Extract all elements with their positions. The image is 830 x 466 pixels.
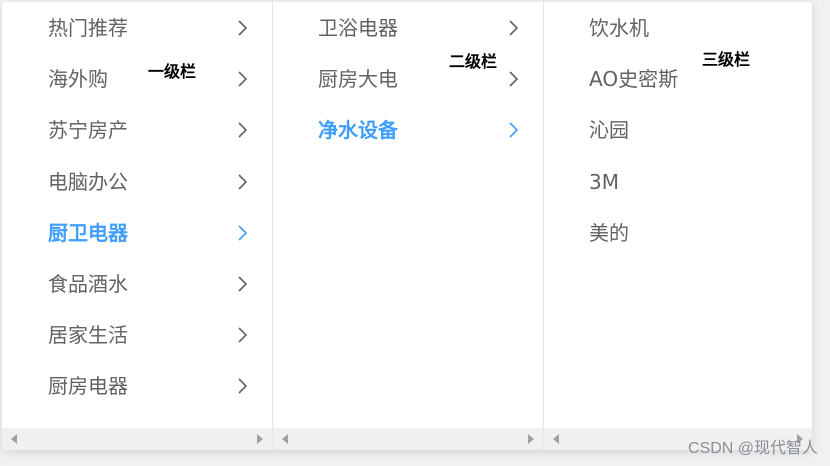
chevron-right-icon (507, 122, 521, 138)
cascader-menu-item[interactable]: 热门推荐 (2, 2, 272, 53)
cascader-menu-item[interactable]: 3M (544, 156, 812, 207)
chevron-right-icon (507, 20, 521, 36)
chevron-right-icon (236, 122, 250, 138)
cascader-menu-item[interactable]: 净水设备 (273, 104, 543, 155)
menu-list: 饮水机 AO史密斯沁园 3M 美的 (544, 2, 812, 258)
cascader-menu-item[interactable]: 卫浴电器 (273, 2, 543, 53)
cascader-menu-item[interactable]: 沁园 (544, 104, 812, 155)
scroll-right-icon[interactable] (257, 434, 263, 444)
cascader-menu-item[interactable]: 居家生活 (2, 309, 272, 360)
menu-item-label: 居家生活 (48, 323, 128, 348)
column-annotation: 三级栏 (702, 50, 751, 69)
cascader-menu-item[interactable]: 美的 (544, 207, 812, 258)
chevron-right-icon (236, 276, 250, 292)
menu-item-label: 海外购 (48, 67, 108, 92)
cascader-column-level-3: 饮水机 AO史密斯沁园 3M 美的 三级栏 (544, 2, 812, 450)
scroll-left-icon[interactable] (282, 434, 288, 444)
chevron-right-icon (236, 327, 250, 343)
cascader-column-level-2: 卫浴电器厨房大电净水设备 二级栏 (273, 2, 544, 450)
cascader-menu-item[interactable]: 饮水机 (544, 2, 812, 53)
menu-item-label: 厨卫电器 (48, 220, 128, 245)
menu-item-label: 沁园 (589, 118, 629, 143)
cascader-column-level-1: 热门推荐海外购苏宁房产电脑办公厨卫电器食品酒水居家生活厨房电器 一级栏 (2, 2, 273, 450)
menu-item-label: 食品酒水 (48, 271, 128, 296)
chevron-right-icon (236, 225, 250, 241)
menu-item-label: 净水设备 (318, 118, 398, 143)
chevron-right-icon (236, 71, 250, 87)
menu-item-label: 卫浴电器 (318, 16, 398, 40)
cascader-menu-item[interactable]: 苏宁房产 (2, 104, 272, 155)
scroll-left-icon[interactable] (11, 434, 17, 444)
cascader-menu-item[interactable]: 海外购 (2, 53, 272, 104)
chevron-right-icon (236, 378, 250, 394)
scroll-right-icon[interactable] (528, 434, 534, 444)
column-annotation: 二级栏 (449, 52, 498, 71)
chevron-right-icon (236, 20, 250, 36)
menu-item-label: 饮水机 (589, 16, 649, 40)
menu-item-label: 厨房大电 (318, 67, 398, 92)
menu-item-label: 苏宁房产 (48, 118, 128, 143)
cascader-menu-item[interactable]: 厨房电器 (2, 360, 272, 411)
menu-item-label: 美的 (589, 220, 629, 245)
horizontal-scrollbar[interactable] (2, 428, 272, 450)
cascader-panel: 热门推荐海外购苏宁房产电脑办公厨卫电器食品酒水居家生活厨房电器 一级栏 卫浴电器… (2, 2, 812, 450)
menu-item-label: 3M (589, 169, 619, 194)
cascader-menu-item[interactable]: 厨卫电器 (2, 207, 272, 258)
column-annotation: 一级栏 (148, 62, 197, 81)
chevron-right-icon (507, 71, 521, 87)
chevron-right-icon (236, 173, 250, 190)
horizontal-scrollbar[interactable] (273, 428, 543, 450)
menu-item-label: 热门推荐 (48, 16, 128, 40)
cascader-menu-item[interactable]: 食品酒水 (2, 258, 272, 309)
menu-list: 卫浴电器厨房大电净水设备 (273, 2, 543, 156)
cascader-menu-item[interactable]: 厨房大电 (273, 53, 543, 104)
menu-item-label: 厨房电器 (48, 374, 128, 399)
scroll-left-icon[interactable] (553, 434, 559, 444)
menu-item-label: AO史密斯 (589, 67, 679, 92)
menu-item-label: 电脑办公 (48, 169, 128, 194)
cascader-menu-item[interactable]: 电脑办公 (2, 156, 272, 207)
menu-list: 热门推荐海外购苏宁房产电脑办公厨卫电器食品酒水居家生活厨房电器 (2, 2, 272, 412)
watermark: CSDN @现代智人 (687, 440, 818, 457)
cascader-menu-item[interactable]: AO史密斯 (544, 53, 812, 104)
